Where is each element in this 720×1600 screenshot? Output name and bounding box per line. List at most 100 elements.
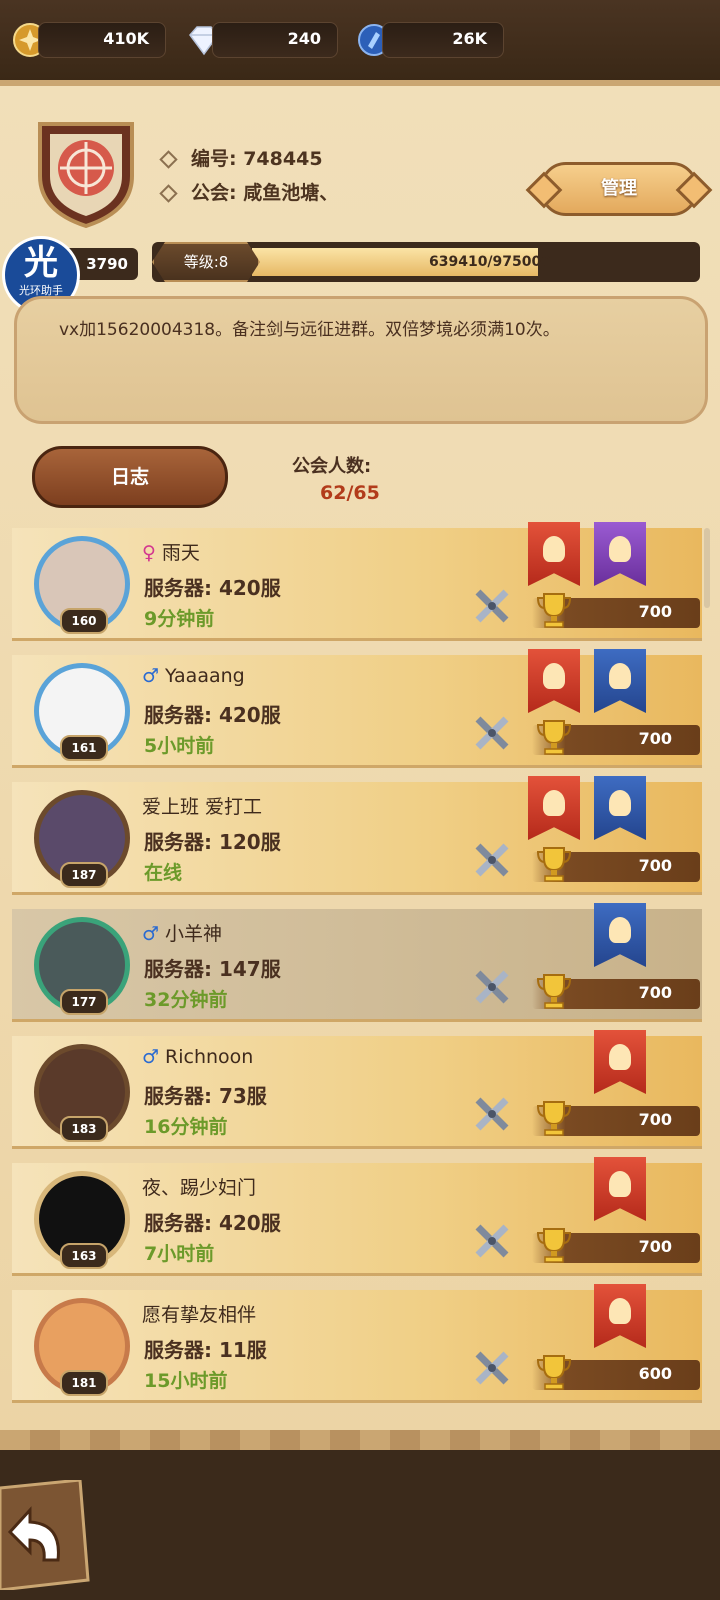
banner-emblem-icon (609, 1171, 631, 1197)
member-name: 夜、踢少妇门 (142, 1173, 256, 1200)
banner-emblem-icon (543, 790, 565, 816)
male-icon: ♂ (142, 1046, 160, 1068)
member-last-online: 9分钟前 (144, 608, 215, 630)
trophy-icon (536, 1355, 572, 1390)
scrollbar[interactable] (704, 528, 710, 608)
crossed-swords-icon[interactable] (472, 967, 512, 1007)
guild-name: 公会: 咸鱼池塘、 (159, 178, 338, 205)
member-row[interactable]: 183 ♂ Richnoon 服务器: 73服 16分钟前 700 (12, 1030, 702, 1149)
member-row[interactable]: 160 ♀ 雨天 服务器: 420服 9分钟前 700 (12, 522, 702, 641)
male-icon: ♂ (142, 923, 160, 945)
guild-emblem (38, 122, 134, 228)
diamond-value: 240 (287, 29, 321, 48)
guild-notice: vx加15620004318。备注剑与远征进群。双倍梦境必须满10次。 (14, 296, 708, 424)
banner-emblem-icon (609, 790, 631, 816)
member-name-text: 小羊神 (165, 923, 223, 945)
diamond-counter[interactable]: 240 (212, 22, 338, 58)
member-row[interactable]: 187 爱上班 爱打工 服务器: 120服 在线 700 (12, 776, 702, 895)
banner-emblem-icon (609, 1044, 631, 1070)
trophy-icon (536, 974, 572, 1009)
blue-banner-icon (594, 649, 646, 713)
banner-emblem-icon (609, 917, 631, 943)
exp-text: 639410/975000 (428, 254, 551, 270)
red-banner-icon (528, 649, 580, 713)
member-server: 服务器: 420服 (144, 576, 281, 600)
member-count-value: 62/65 (320, 482, 380, 504)
member-row[interactable]: 181 愿有挚友相伴 服务器: 11服 15小时前 600 (12, 1284, 702, 1403)
member-name-text: 爱上班 爱打工 (142, 796, 263, 818)
member-row[interactable]: 163 夜、踢少妇门 服务器: 420服 7小时前 700 (12, 1157, 702, 1276)
level-label: 等级:8 (152, 242, 260, 282)
member-last-online: 16分钟前 (144, 1116, 228, 1138)
guild-level-bar: 等级:8 639410/975000 (152, 242, 700, 282)
female-icon: ♀ (142, 542, 156, 564)
blue-banner-icon (594, 903, 646, 967)
member-name-text: 雨天 (161, 542, 200, 564)
manage-button[interactable]: 管理 (540, 162, 698, 216)
log-button[interactable]: 日志 (32, 446, 228, 508)
member-points: 700 (638, 729, 672, 748)
member-name: ♀ 雨天 (142, 538, 200, 565)
crossed-swords-icon[interactable] (472, 1348, 512, 1388)
member-level-badge: 183 (60, 1116, 108, 1142)
banner-emblem-icon (609, 1298, 631, 1324)
member-points: 700 (638, 1237, 672, 1256)
member-name: 爱上班 爱打工 (142, 792, 262, 819)
member-level-badge: 181 (60, 1370, 108, 1396)
dust-counter[interactable]: 26K (382, 22, 504, 58)
member-row[interactable]: 177 ♂ 小羊神服务器: 147服 32分钟前 700 (12, 903, 702, 1022)
member-name-text: Yaaaang (165, 665, 245, 687)
banner-emblem-icon (609, 663, 631, 689)
trophy-icon (536, 593, 572, 628)
member-level-badge: 187 (60, 862, 108, 888)
member-last-online: 15小时前 (144, 1370, 228, 1392)
member-name: ♂ Richnoon (142, 1046, 253, 1068)
notice-text: vx加15620004318。备注剑与远征进群。双倍梦境必须满10次。 (59, 320, 560, 340)
trophy-icon (536, 720, 572, 755)
member-last-online: 5小时前 (144, 735, 215, 757)
crossed-swords-icon[interactable] (472, 586, 512, 626)
member-last-online: 32分钟前 (144, 989, 228, 1011)
member-name-text: Richnoon (165, 1046, 254, 1068)
banner-emblem-icon (543, 663, 565, 689)
panel-edge (0, 1430, 720, 1450)
crossed-swords-icon[interactable] (472, 840, 512, 880)
member-row[interactable]: 161 ♂ Yaaaang 服务器: 420服 5小时前 700 (12, 649, 702, 768)
member-level-badge: 163 (60, 1243, 108, 1269)
dust-value: 26K (452, 29, 487, 48)
trophy-icon (536, 847, 572, 882)
crossed-swords-icon[interactable] (472, 1221, 512, 1261)
bottom-bar (0, 1450, 720, 1600)
guild-id: 编号: 748445 (159, 144, 323, 171)
back-arrow-icon[interactable] (0, 1480, 90, 1590)
member-server: 服务器: 120服 (144, 830, 281, 854)
member-server: 服务器: 420服 (144, 703, 281, 727)
member-name: ♂ Yaaaang (142, 665, 245, 687)
member-points: 700 (638, 856, 672, 875)
gold-counter[interactable]: 410K (38, 22, 166, 58)
member-server: 服务器: 11服 (144, 1338, 267, 1362)
member-level-badge: 177 (60, 989, 108, 1015)
red-banner-icon (594, 1284, 646, 1348)
member-points: 700 (638, 983, 672, 1002)
purple-banner-icon (594, 522, 646, 586)
member-points: 700 (638, 602, 672, 621)
bullet-icon (159, 184, 178, 203)
trophy-icon (536, 1101, 572, 1136)
trophy-icon (536, 1228, 572, 1263)
crossed-swords-icon[interactable] (472, 1094, 512, 1134)
gold-value: 410K (103, 29, 149, 48)
member-points: 700 (638, 1110, 672, 1129)
blue-banner-icon (594, 776, 646, 840)
member-server: 服务器: 73服 (144, 1084, 267, 1108)
crossed-swords-icon[interactable] (472, 713, 512, 753)
red-banner-icon (594, 1030, 646, 1094)
banner-emblem-icon (543, 536, 565, 562)
member-name: ♂ 小羊神 (142, 919, 222, 946)
member-server: 服务器: 147服 (144, 957, 281, 981)
member-last-online: 在线 (144, 862, 183, 884)
member-name: 愿有挚友相伴 (142, 1300, 256, 1327)
male-icon: ♂ (142, 665, 160, 687)
member-name-text: 夜、踢少妇门 (142, 1177, 257, 1199)
banner-emblem-icon (609, 536, 631, 562)
